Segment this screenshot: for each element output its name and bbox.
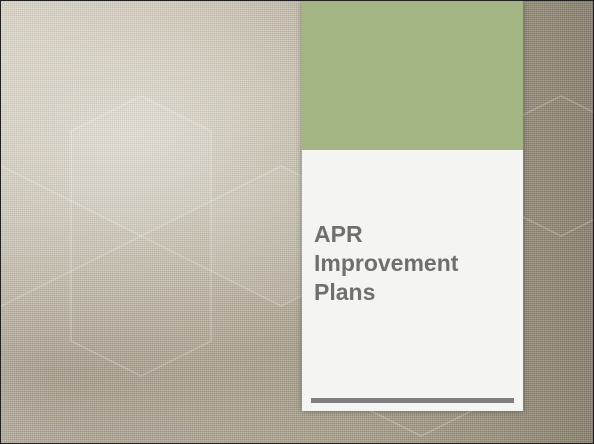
bottom-rule (311, 398, 514, 403)
slide-title: APR Improvement Plans (314, 221, 459, 305)
accent-band (302, 1, 523, 150)
title-card: APR Improvement Plans (302, 1, 523, 411)
slide: APR Improvement Plans (0, 0, 594, 444)
